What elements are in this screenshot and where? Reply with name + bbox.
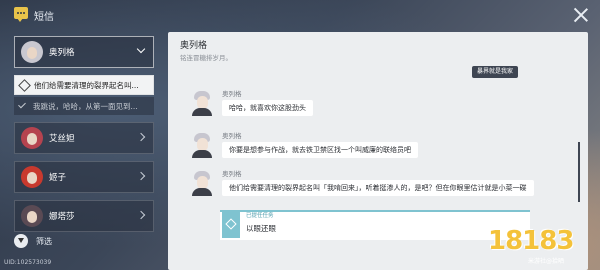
avatar	[188, 88, 216, 116]
message-icon	[14, 7, 28, 22]
message-bubble: 哈哈，就喜欢你这股劲头	[222, 100, 313, 116]
avatar	[21, 41, 43, 63]
contact-item-asta[interactable]: 艾丝妲	[14, 122, 154, 154]
chat-header: 奥列格 铭连冒糖排岁月。	[168, 32, 588, 66]
watermark-logo: 18183 米游社@拾晒	[488, 226, 596, 266]
top-bar: 短信	[0, 0, 600, 30]
filter-icon	[14, 234, 28, 248]
scrollbar[interactable]	[578, 142, 580, 202]
contact-item-himeko[interactable]: 姬子	[14, 161, 154, 193]
message-bubble: 你要是想参与作战，就去铁卫禁区找一个叫威廉的联络员吧	[222, 142, 418, 158]
contact-name: 奥列格	[49, 48, 75, 58]
contact-item-natasha[interactable]: 娜塔莎	[14, 200, 154, 232]
quest-icon	[18, 79, 31, 92]
filter-label: 筛选	[36, 237, 52, 246]
avatar	[188, 168, 216, 196]
avatar	[21, 127, 43, 149]
avatar	[188, 130, 216, 158]
chevron-right-icon	[136, 210, 146, 220]
contact-name: 姬子	[49, 173, 67, 183]
quest-item-done[interactable]: 我跳说，哈哈，从第一面见到...	[14, 97, 154, 115]
message-bubble: 他们给需要清理的裂界起名叫「我啃回来」，听着挺渗人的，是吧？但在你眼里估计就是小…	[222, 180, 534, 196]
quest-text: 我跳说，哈哈，从第一面见到...	[33, 102, 138, 111]
chevron-right-icon	[136, 132, 146, 142]
quest-item-active[interactable]: 他们给需要清理的裂界起名叫...	[14, 75, 154, 95]
chat-contact-status: 铭连冒糖排岁月。	[180, 54, 232, 62]
contact-name: 艾丝妲	[49, 134, 75, 144]
task-card[interactable]: 已提任任务 以眼还眼	[220, 210, 530, 240]
message-sender: 奥列格	[222, 132, 242, 140]
contact-item-oleg[interactable]: 奥列格	[14, 36, 154, 68]
task-title: 以眼还眼	[246, 224, 276, 233]
task-label: 已提任任务	[246, 213, 274, 219]
page-title: 短信	[34, 12, 54, 23]
chevron-down-icon	[136, 44, 146, 54]
message-sender: 奥列格	[222, 90, 242, 98]
quest-text: 他们给需要清理的裂界起名叫...	[34, 81, 139, 90]
task-icon	[222, 210, 240, 238]
contact-list: 奥列格 他们给需要清理的裂界起名叫... 我跳说，哈哈，从第一面见到... 艾丝…	[14, 36, 154, 239]
chat-contact-name: 奥列格	[180, 41, 208, 51]
message-sender: 奥列格	[222, 170, 242, 178]
chevron-right-icon	[136, 171, 146, 181]
watermark-text: 18183	[488, 226, 574, 256]
avatar	[21, 166, 43, 188]
check-icon	[18, 100, 26, 109]
watermark-sub: 米游社@拾晒	[528, 258, 565, 265]
avatar	[21, 205, 43, 227]
sticker-caption: 暴界就是我家	[472, 66, 519, 78]
contact-name: 娜塔莎	[49, 212, 75, 222]
close-icon[interactable]	[572, 6, 590, 24]
uid-label: UID:102573039	[4, 259, 52, 266]
